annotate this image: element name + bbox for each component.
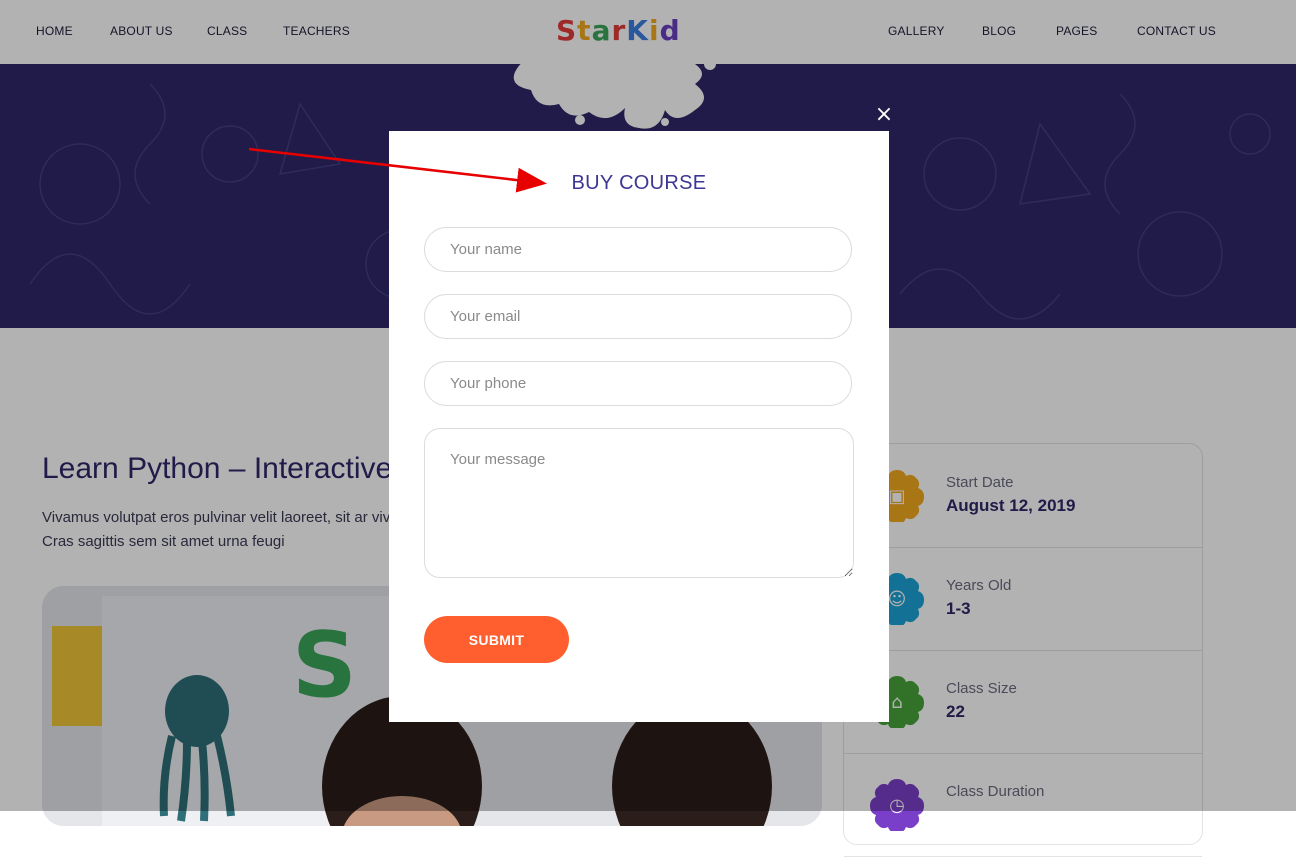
modal-title: BUY COURSE [571, 172, 707, 194]
name-input[interactable] [424, 227, 852, 272]
submit-button[interactable]: SUBMIT [424, 616, 569, 663]
phone-input[interactable] [424, 361, 852, 406]
message-textarea[interactable] [424, 428, 854, 578]
buy-course-modal: BUY COURSE SUBMIT [389, 131, 889, 722]
close-icon[interactable]: × [873, 104, 895, 126]
email-input[interactable] [424, 294, 852, 339]
